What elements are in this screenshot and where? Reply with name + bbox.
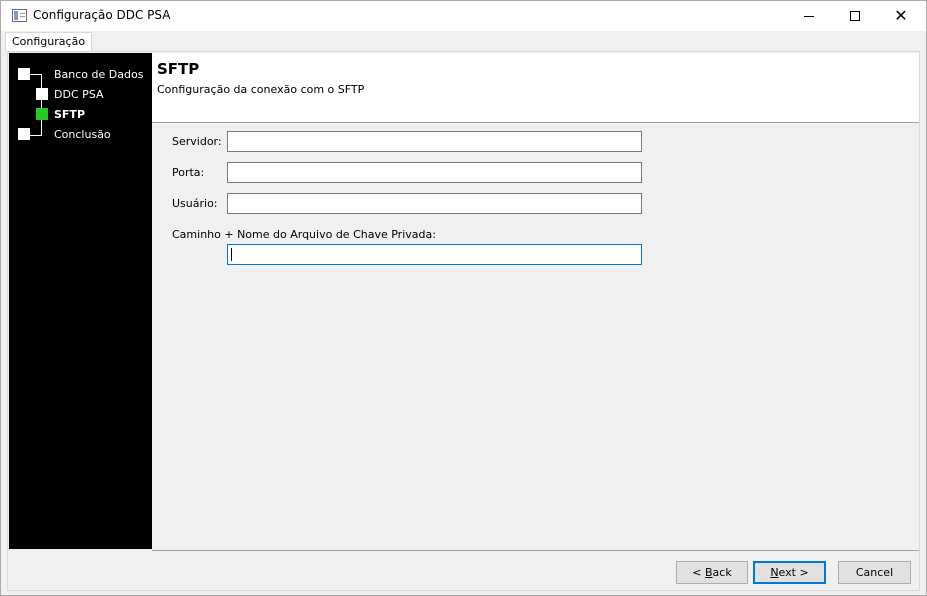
server-input[interactable] <box>227 131 642 152</box>
user-label: Usuário: <box>172 197 218 210</box>
step-indicator-conclusao <box>18 128 30 140</box>
port-input[interactable] <box>227 162 642 183</box>
private-key-path-input[interactable] <box>227 244 642 265</box>
window-title: Configuração DDC PSA <box>33 8 171 22</box>
step-label-ddc-psa: DDC PSA <box>54 88 104 101</box>
page-title: SFTP <box>157 60 200 78</box>
text-caret <box>231 248 232 261</box>
step-connector <box>41 74 42 136</box>
close-icon: ✕ <box>894 6 908 25</box>
step-label-sftp: SFTP <box>54 108 86 121</box>
next-button-label: Next > <box>770 566 809 579</box>
maximize-button[interactable] <box>832 1 878 31</box>
config-window: Configuração DDC PSA ✕ Configuração Banc… <box>0 0 927 596</box>
maximize-icon <box>850 11 860 21</box>
step-indicator-ddc-psa <box>36 88 48 100</box>
close-button[interactable]: ✕ <box>878 1 924 31</box>
title-bar[interactable]: Configuração DDC PSA ✕ <box>1 1 926 31</box>
footer-divider <box>152 550 919 551</box>
tab-configuracao[interactable]: Configuração <box>5 32 93 52</box>
app-window-icon <box>12 9 27 22</box>
back-button[interactable]: < Back <box>676 561 748 584</box>
page-subtitle: Configuração da conexão com o SFTP <box>157 83 365 96</box>
step-indicator-sftp <box>36 108 48 120</box>
back-button-label: < Back <box>692 566 732 579</box>
private-key-path-label: Caminho + Nome do Arquivo de Chave Priva… <box>172 228 436 241</box>
server-label: Servidor: <box>172 135 222 148</box>
minimize-button[interactable] <box>786 1 832 31</box>
step-indicator-banco-de-dados <box>18 68 30 80</box>
next-button[interactable]: Next > <box>753 561 826 584</box>
step-navigator: Banco de Dados DDC PSA SFTP Conclusão <box>9 53 152 549</box>
tab-label: Configuração <box>12 35 86 48</box>
user-input[interactable] <box>227 193 642 214</box>
step-label-conclusao: Conclusão <box>54 128 111 141</box>
cancel-button-label: Cancel <box>855 566 894 579</box>
page-header: SFTP Configuração da conexão com o SFTP <box>152 53 919 123</box>
port-label: Porta: <box>172 166 205 179</box>
cancel-button[interactable]: Cancel <box>838 561 911 584</box>
step-label-banco-de-dados: Banco de Dados <box>54 68 144 81</box>
minimize-icon <box>804 15 814 17</box>
